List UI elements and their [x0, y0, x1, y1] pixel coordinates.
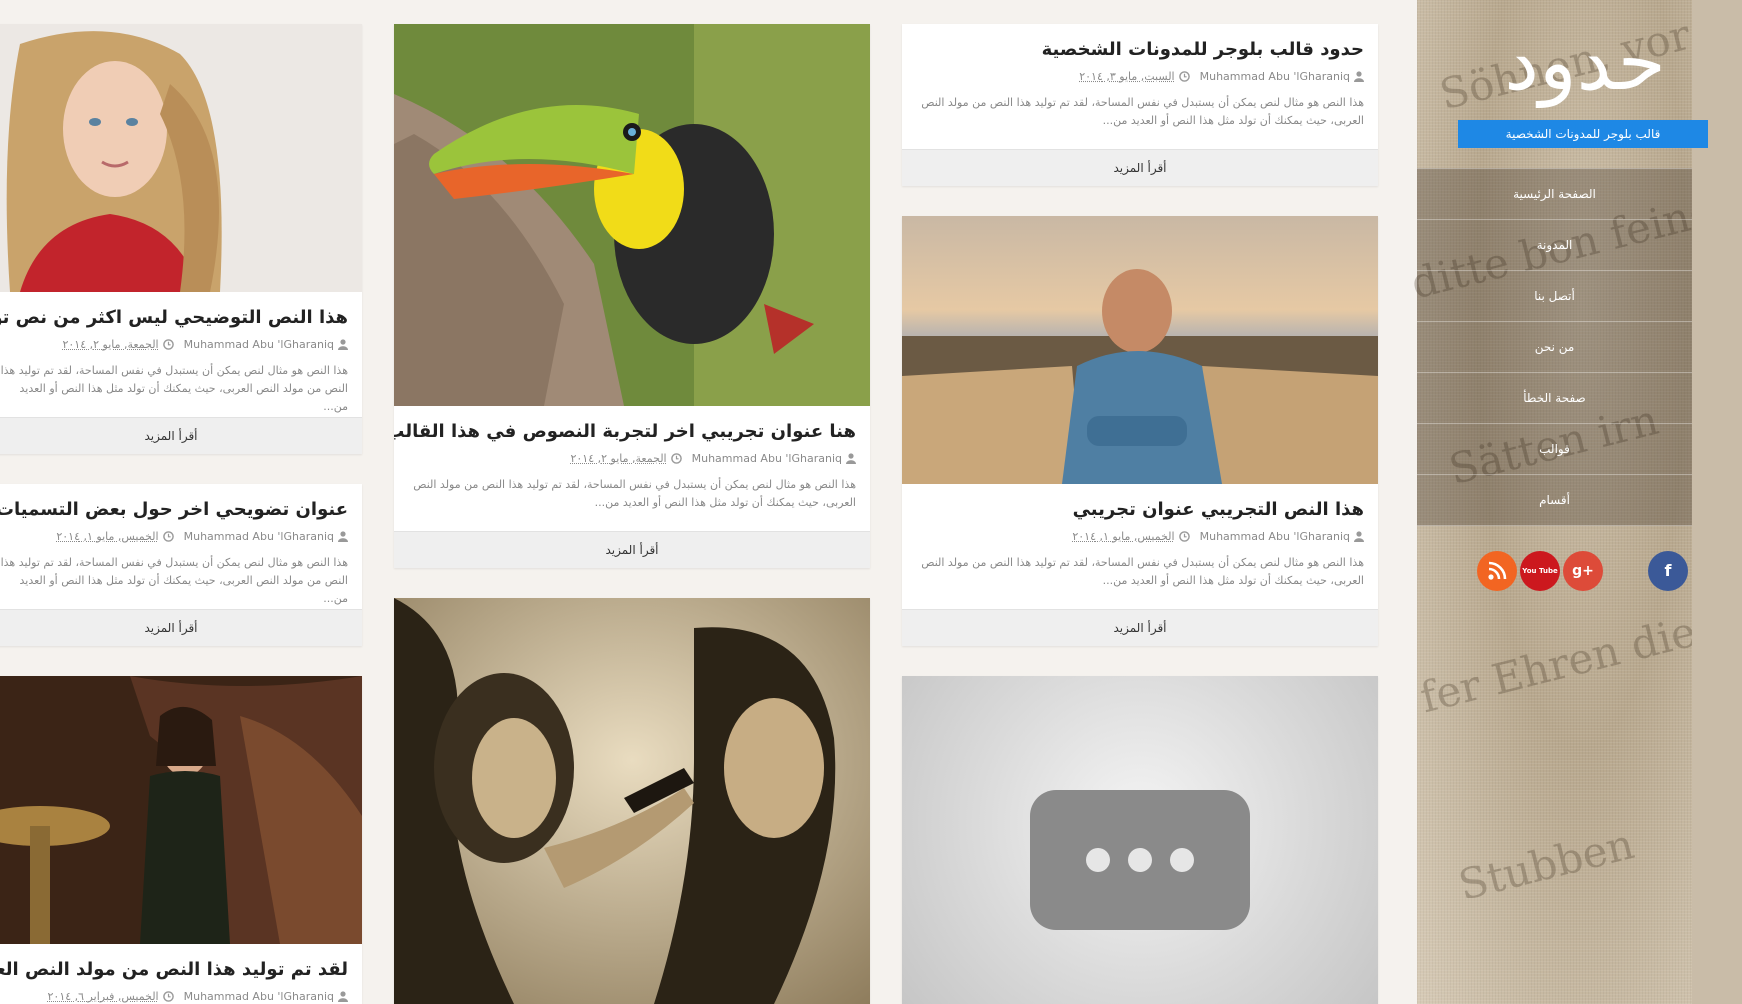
read-more-button[interactable]: أقرأ المزيد [0, 609, 362, 646]
nav-item-templates[interactable]: قوالب [1417, 423, 1692, 474]
google-plus-icon[interactable]: g+ [1563, 551, 1603, 591]
post-title[interactable]: حدود قالب بلوجر للمدونات الشخصية [916, 24, 1364, 62]
post-card: عنوان تضويحي اخر حول بعض التسميات التوضي… [0, 484, 362, 646]
post-title[interactable]: عنوان تضويحي اخر حول بعض التسميات التوضي… [0, 484, 348, 522]
nav-item-blog[interactable]: المدونة [1417, 219, 1692, 270]
user-icon [1354, 71, 1364, 86]
post-title[interactable]: هذا النص التجريبي عنوان تجريبي [916, 484, 1364, 522]
sidebar-edge [1692, 0, 1742, 1004]
post-date[interactable]: الجمعة, مايو ٢, ٢٠١٤ [62, 338, 158, 351]
video-placeholder[interactable] [902, 676, 1378, 1004]
post-author[interactable]: Muhammad Abu 'lGharaniq [1200, 530, 1350, 543]
post-title[interactable]: هنا عنوان تجريبي اخر لتجربة النصوص في هذ… [394, 406, 856, 444]
user-icon [338, 991, 348, 1004]
clock-icon [162, 339, 174, 354]
user-icon [338, 531, 348, 546]
post-excerpt: هذا النص هو مثال لنص يمكن أن يستبدل في ن… [921, 556, 1364, 587]
post-meta: Muhammad Abu 'lGharaniq السبت, مايو ٣, ٢٠… [916, 70, 1364, 86]
nav-item-home[interactable]: الصفحة الرئيسية [1417, 168, 1692, 219]
post-meta: Muhammad Abu 'lGharaniq الخميس, فبراير ٦,… [0, 990, 348, 1004]
post-card: هذا النص التوضيحي ليس اكثر من نص توضيحي … [0, 24, 362, 454]
blog-logo[interactable]: حدود [1480, 18, 1690, 108]
main-nav: الصفحة الرئيسية المدونة أتصل بنا من نحن … [1417, 168, 1692, 526]
user-icon [846, 453, 856, 468]
read-more-button[interactable]: أقرأ المزيد [0, 417, 362, 454]
post-meta: Muhammad Abu 'lGharaniq الجمعة, مايو ٢, ٢… [408, 452, 856, 468]
post-excerpt: هذا النص هو مثال لنص يمكن أن يستبدل في ن… [0, 364, 348, 413]
post-card: هنا عنوان تجريبي اخر لتجربة النصوص في هذ… [394, 24, 870, 568]
clock-icon [1178, 71, 1190, 86]
user-icon [1354, 531, 1364, 546]
post-excerpt: هذا النص هو مثال لنص يمكن أن يستبدل في ن… [0, 556, 348, 605]
post-card: حدود قالب بلوجر للمدونات الشخصية Muhamma… [902, 24, 1378, 186]
post-title[interactable]: لقد تم توليد هذا النص من مولد النص العرب… [0, 944, 348, 982]
post-meta: Muhammad Abu 'lGharaniq الخميس, مايو ١, ٢… [0, 530, 348, 546]
post-date[interactable]: الخميس, مايو ١, ٢٠١٤ [56, 530, 158, 543]
post-card [902, 676, 1378, 1004]
nav-item-categories[interactable]: أقسام [1417, 474, 1692, 526]
post-date[interactable]: الخميس, مايو ١, ٢٠١٤ [1072, 530, 1174, 543]
post-author[interactable]: Muhammad Abu 'lGharaniq [1200, 70, 1350, 83]
post-excerpt: هذا النص هو مثال لنص يمكن أن يستبدل في ن… [413, 478, 856, 509]
post-date[interactable]: الجمعة, مايو ٢, ٢٠١٤ [570, 452, 666, 465]
post-title[interactable]: هذا النص التوضيحي ليس اكثر من نص توضيحي [0, 292, 348, 330]
post-thumbnail[interactable] [902, 216, 1378, 484]
read-more-button[interactable]: أقرأ المزيد [902, 609, 1378, 646]
post-meta: Muhammad Abu 'lGharaniq الجمعة, مايو ٢, ٢… [0, 338, 348, 354]
post-date[interactable]: الخميس, فبراير ٦, ٢٠١٤ [48, 990, 159, 1003]
youtube-icon[interactable]: You Tube [1520, 551, 1560, 591]
nav-item-contact[interactable]: أتصل بنا [1417, 270, 1692, 321]
post-excerpt: هذا النص هو مثال لنص يمكن أن يستبدل في ن… [921, 96, 1364, 127]
post-author[interactable]: Muhammad Abu 'lGharaniq [184, 530, 334, 543]
user-icon [338, 339, 348, 354]
post-thumbnail[interactable] [0, 676, 362, 944]
post-card [394, 598, 870, 1004]
post-card: هذا النص التجريبي عنوان تجريبي Muhammad … [902, 216, 1378, 646]
rss-glyph [1488, 561, 1507, 580]
post-meta: Muhammad Abu 'lGharaniq الخميس, مايو ١, ٢… [916, 530, 1364, 546]
nav-item-about[interactable]: من نحن [1417, 321, 1692, 372]
post-thumbnail[interactable] [0, 24, 362, 293]
clock-icon [162, 991, 174, 1004]
read-more-button[interactable]: أقرأ المزيد [902, 149, 1378, 186]
post-date[interactable]: السبت, مايو ٣, ٢٠١٤ [1079, 70, 1174, 83]
facebook-icon[interactable]: f [1648, 551, 1688, 591]
clock-icon [1178, 531, 1190, 546]
post-author[interactable]: Muhammad Abu 'lGharaniq [184, 990, 334, 1003]
clock-icon [670, 453, 682, 468]
blog-tagline: قالب بلوجر للمدونات الشخصية [1458, 120, 1708, 148]
rss-icon[interactable] [1477, 551, 1517, 591]
post-thumbnail[interactable] [394, 598, 870, 1004]
post-author[interactable]: Muhammad Abu 'lGharaniq [692, 452, 842, 465]
post-thumbnail[interactable] [394, 24, 870, 406]
read-more-button[interactable]: أقرأ المزيد [394, 531, 870, 568]
post-author[interactable]: Muhammad Abu 'lGharaniq [184, 338, 334, 351]
nav-item-error-page[interactable]: صفحة الخطأ [1417, 372, 1692, 423]
post-card: لقد تم توليد هذا النص من مولد النص العرب… [0, 676, 362, 1004]
clock-icon [162, 531, 174, 546]
